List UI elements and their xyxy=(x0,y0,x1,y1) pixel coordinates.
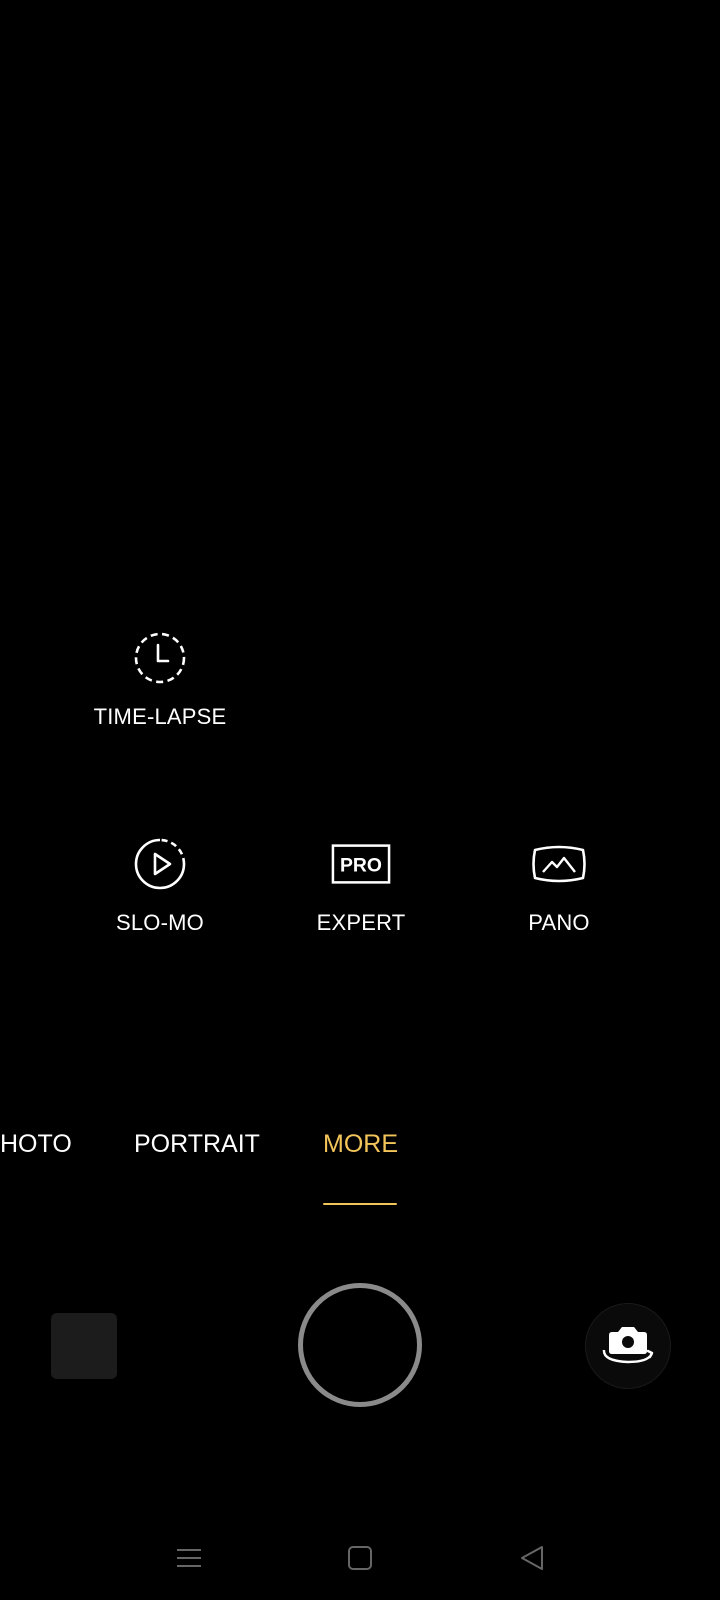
mode-slo-mo[interactable]: SLO-MO xyxy=(60,834,260,954)
timelapse-icon xyxy=(130,628,190,688)
slo-mo-icon xyxy=(130,834,190,894)
recents-button[interactable] xyxy=(169,1540,209,1580)
mode-tab-bar: HOTO PORTRAIT MORE xyxy=(0,1130,720,1210)
active-tab-indicator xyxy=(323,1203,397,1205)
pano-icon xyxy=(529,834,589,894)
home-button[interactable] xyxy=(340,1540,380,1580)
square-icon xyxy=(347,1545,373,1576)
back-button[interactable] xyxy=(512,1540,552,1580)
switch-camera-button[interactable] xyxy=(585,1303,671,1389)
mode-label: EXPERT xyxy=(316,910,406,935)
shutter-button[interactable] xyxy=(298,1283,422,1407)
mode-pano[interactable]: PANO xyxy=(459,834,659,954)
back-triangle-icon xyxy=(518,1544,546,1577)
pro-icon: PRO xyxy=(331,834,391,894)
tab-portrait[interactable]: PORTRAIT xyxy=(134,1130,260,1159)
mode-time-lapse[interactable]: TIME-LAPSE xyxy=(60,628,260,748)
tab-photo[interactable]: HOTO xyxy=(0,1130,72,1159)
gallery-thumbnail[interactable] xyxy=(51,1313,117,1379)
svg-text:PRO: PRO xyxy=(340,855,382,877)
mode-label: SLO-MO xyxy=(116,910,204,935)
mode-label: PANO xyxy=(528,910,590,935)
mode-label: TIME-LAPSE xyxy=(93,704,227,729)
menu-icon xyxy=(175,1546,203,1575)
system-navigation-bar xyxy=(0,1520,720,1600)
camera-flip-icon xyxy=(599,1320,657,1373)
tab-more[interactable]: MORE xyxy=(323,1130,398,1159)
mode-expert[interactable]: PRO EXPERT xyxy=(261,834,461,954)
